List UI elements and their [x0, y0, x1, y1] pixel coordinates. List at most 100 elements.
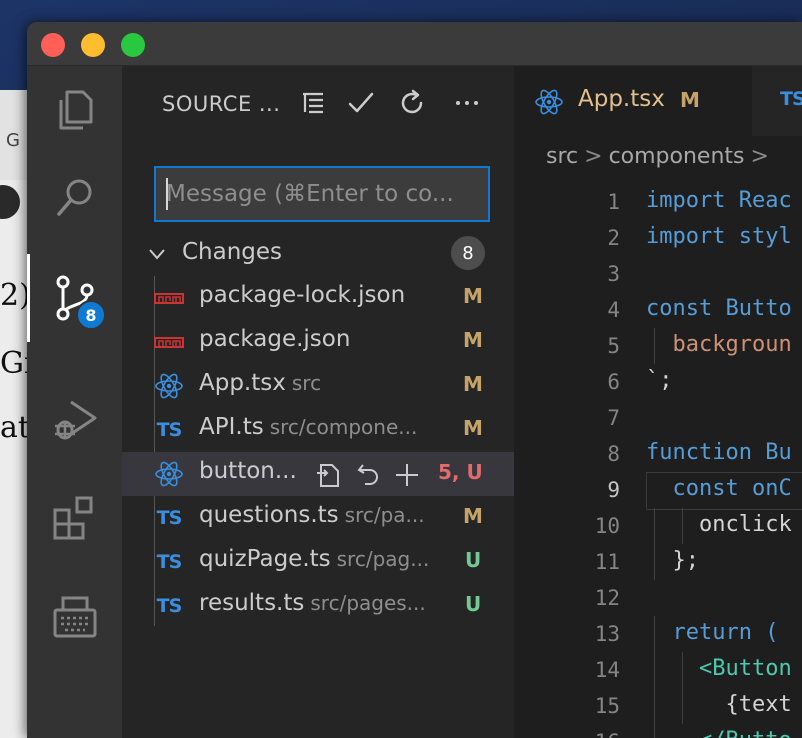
file-status: M	[463, 284, 483, 308]
code-line: 15 {text	[514, 688, 802, 724]
activity-search[interactable]	[27, 154, 122, 242]
changes-count-badge: 8	[451, 236, 485, 270]
line-number: 8	[607, 442, 620, 466]
code-line: 13 return (	[514, 616, 802, 652]
list-item[interactable]: TS API.ts src/compone... M	[122, 408, 514, 452]
editor-tabs: App.tsx M TS	[514, 66, 802, 136]
file-status: U	[465, 548, 482, 572]
code-text: </Butto	[646, 728, 792, 738]
maximize-window-button[interactable]	[121, 33, 145, 57]
file-name: button...	[199, 458, 297, 484]
npm-icon	[154, 284, 184, 312]
file-status: M	[463, 504, 483, 528]
activity-bar: 8	[27, 66, 122, 738]
breadcrumb-separator: >	[750, 144, 769, 169]
changes-label: Changes	[182, 239, 283, 265]
source-control-sidebar: SOURCE ... Ch	[122, 66, 514, 738]
list-item[interactable]: App.tsx src M	[122, 364, 514, 408]
list-item[interactable]: TS questions.ts src/pa... M	[122, 496, 514, 540]
go-to-file-icon	[317, 464, 339, 487]
npm-icon	[154, 328, 184, 356]
line-number: 5	[607, 334, 620, 358]
tab-app-tsx[interactable]: App.tsx M	[514, 66, 752, 136]
list-item[interactable]: package.json M	[122, 320, 514, 364]
typescript-icon: TS	[156, 507, 183, 529]
line-number: 11	[594, 550, 620, 574]
line-number: 1	[607, 190, 620, 214]
changes-list: package-lock.json M package.json M App.t…	[122, 276, 514, 628]
activity-source-control[interactable]: 8	[27, 254, 122, 342]
code-line: 10 onclick	[514, 508, 802, 544]
code-editor[interactable]: 1 import Reac 2 import styl 3 4 const Butto…	[514, 184, 802, 738]
plus-icon	[396, 464, 418, 486]
view-as-tree-button[interactable]	[296, 86, 330, 120]
breadcrumb-item[interactable]: src	[546, 144, 578, 169]
code-text: onclick	[646, 512, 792, 537]
code-text: <Button	[646, 656, 792, 681]
file-status: U	[465, 592, 482, 616]
line-number: 14	[594, 658, 620, 682]
editor-area: App.tsx M TS src > components > 1 import Rea…	[514, 66, 802, 738]
sidebar-title: SOURCE ...	[162, 92, 281, 116]
line-number: 2	[607, 226, 620, 250]
line-number: 12	[594, 586, 620, 610]
typescript-icon: TS	[156, 419, 183, 441]
close-window-button[interactable]	[41, 33, 65, 57]
activity-explorer[interactable]	[27, 66, 122, 154]
list-item[interactable]: TS results.ts src/pages... U	[122, 584, 514, 628]
code-line: 8 function Bu	[514, 436, 802, 472]
file-status: M	[463, 372, 483, 396]
activity-run-debug[interactable]	[27, 376, 122, 464]
line-number: 16	[514, 730, 620, 738]
tab-status: M	[680, 88, 700, 112]
react-icon	[154, 372, 184, 400]
list-item-selected[interactable]: button... 5, U	[122, 452, 514, 496]
more-actions-button[interactable]	[450, 86, 484, 120]
tab-label: App.tsx	[578, 86, 665, 112]
code-line: 3	[514, 256, 802, 292]
background-text: G	[6, 130, 20, 151]
minimize-window-button[interactable]	[81, 33, 105, 57]
code-text: {text	[646, 692, 792, 717]
list-item[interactable]: TS quizPage.ts src/pag... U	[122, 540, 514, 584]
file-status: 5, U	[438, 460, 483, 484]
typewriter-icon	[53, 596, 96, 638]
code-text: return (	[646, 620, 779, 645]
activity-typewriter[interactable]	[27, 574, 122, 662]
code-text: import Reac	[646, 188, 792, 213]
tab-typescript-file[interactable]: TS	[780, 88, 802, 110]
changes-section-header[interactable]: Changes 8	[122, 231, 514, 275]
background-text: at	[0, 410, 30, 445]
file-name: results.ts src/pages...	[199, 590, 426, 616]
file-name: questions.ts src/pa...	[199, 502, 425, 528]
code-line: 1 import Reac	[514, 184, 802, 220]
file-name: quizPage.ts src/pag...	[199, 546, 430, 572]
file-name: package-lock.json	[199, 282, 406, 308]
title-bar[interactable]	[27, 22, 802, 66]
commit-message-input[interactable]	[154, 166, 490, 222]
commit-button[interactable]	[344, 86, 378, 120]
code-text: function Bu	[646, 440, 792, 465]
list-item[interactable]: package-lock.json M	[122, 276, 514, 320]
react-icon	[154, 460, 184, 488]
code-line: 2 import styl	[514, 220, 802, 256]
file-status: M	[463, 328, 483, 352]
stage-changes-button[interactable]	[392, 460, 422, 490]
discard-changes-button[interactable]	[354, 460, 384, 490]
line-number: 10	[594, 514, 620, 538]
code-text: const onC	[646, 476, 792, 501]
background-avatar	[0, 185, 20, 219]
refresh-button[interactable]	[396, 86, 430, 120]
code-line: 11 };	[514, 544, 802, 580]
code-line-current: 9 const onC	[514, 472, 802, 510]
activity-extensions[interactable]	[27, 474, 122, 562]
code-line: 12	[514, 580, 802, 616]
open-file-button[interactable]	[314, 460, 344, 490]
react-icon	[535, 89, 563, 115]
breadcrumb-separator: >	[584, 144, 603, 169]
code-text: backgroun	[646, 332, 792, 357]
breadcrumb-item[interactable]: components	[609, 144, 745, 169]
file-name: App.tsx src	[199, 370, 322, 396]
line-number: 3	[607, 262, 620, 286]
refresh-icon	[401, 89, 423, 114]
